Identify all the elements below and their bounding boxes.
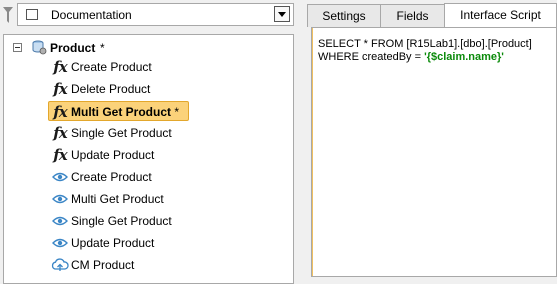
object-tree[interactable]: Product * fx Create Product fx Delete Pr… bbox=[3, 34, 294, 284]
chevron-down-icon[interactable] bbox=[274, 6, 290, 22]
tree-item-label: Single Get Product bbox=[71, 214, 172, 228]
tree-item-label: CM Product bbox=[71, 258, 135, 272]
tree-root-product[interactable]: Product * bbox=[4, 38, 293, 58]
tree-item-cm-product[interactable]: CM Product bbox=[50, 255, 150, 275]
eye-icon bbox=[52, 238, 68, 248]
tree-item-update-product-view[interactable]: Update Product bbox=[50, 233, 160, 253]
tree-item-label: Delete Product bbox=[71, 82, 151, 96]
tab-interface-script[interactable]: Interface Script bbox=[444, 3, 557, 27]
script-string-literal: '{$claim.name}' bbox=[424, 51, 504, 63]
tree-item-update-product-function[interactable]: fx Update Product bbox=[50, 145, 160, 165]
tab-label: Settings bbox=[322, 9, 366, 23]
script-line-2-prefix: WHERE createdBy = bbox=[318, 51, 425, 63]
tab-settings[interactable]: Settings bbox=[307, 4, 381, 27]
tree-item-label: Create Product bbox=[71, 170, 152, 184]
tree-root-label: Product bbox=[50, 41, 96, 55]
category-dropdown[interactable]: Documentation bbox=[17, 3, 294, 26]
tree-item-label: Single Get Product bbox=[71, 126, 172, 140]
funnel-icon[interactable] bbox=[3, 6, 13, 24]
collapse-icon[interactable] bbox=[13, 43, 22, 52]
tree-item-single-get-product-view[interactable]: Single Get Product bbox=[50, 211, 180, 231]
tree-item-label: Update Product bbox=[71, 236, 155, 250]
tree-item-create-product-view[interactable]: Create Product bbox=[50, 167, 160, 187]
modified-marker: * bbox=[100, 41, 105, 55]
tab-fields[interactable]: Fields bbox=[380, 4, 445, 27]
eye-icon bbox=[52, 172, 68, 182]
tab-label: Interface Script bbox=[460, 8, 541, 22]
fx-icon: fx bbox=[53, 124, 67, 142]
fx-icon: fx bbox=[53, 80, 67, 98]
tree-item-label: Update Product bbox=[71, 148, 155, 162]
tree-item-label: Multi Get Product bbox=[71, 192, 164, 206]
tree-item-multi-get-product-function[interactable]: fx Multi Get Product * bbox=[48, 101, 189, 121]
script-line-1: SELECT * FROM [R15Lab1].[dbo].[Product] bbox=[318, 38, 532, 50]
tree-item-multi-get-product-view[interactable]: Multi Get Product bbox=[50, 189, 175, 209]
tree-item-create-product-function[interactable]: fx Create Product bbox=[50, 57, 160, 77]
eye-icon bbox=[52, 194, 68, 204]
eye-icon bbox=[52, 216, 68, 226]
tree-item-label: Create Product bbox=[71, 60, 152, 74]
tree-item-delete-product-function[interactable]: fx Delete Product bbox=[50, 79, 160, 99]
fx-icon: fx bbox=[53, 58, 67, 76]
cloud-upload-icon bbox=[51, 258, 69, 271]
dropdown-checkbox[interactable] bbox=[26, 9, 38, 20]
tree-item-label: Multi Get Product * bbox=[71, 105, 180, 119]
fx-icon: fx bbox=[53, 146, 67, 164]
dropdown-value: Documentation bbox=[51, 8, 132, 22]
database-icon bbox=[32, 40, 47, 55]
tab-label: Fields bbox=[396, 9, 429, 23]
tree-item-single-get-product-function[interactable]: fx Single Get Product bbox=[50, 123, 180, 143]
fx-icon: fx bbox=[53, 103, 67, 121]
script-code: SELECT * FROM [R15Lab1].[dbo].[Product] … bbox=[318, 38, 532, 64]
script-editor[interactable]: SELECT * FROM [R15Lab1].[dbo].[Product] … bbox=[311, 27, 557, 277]
